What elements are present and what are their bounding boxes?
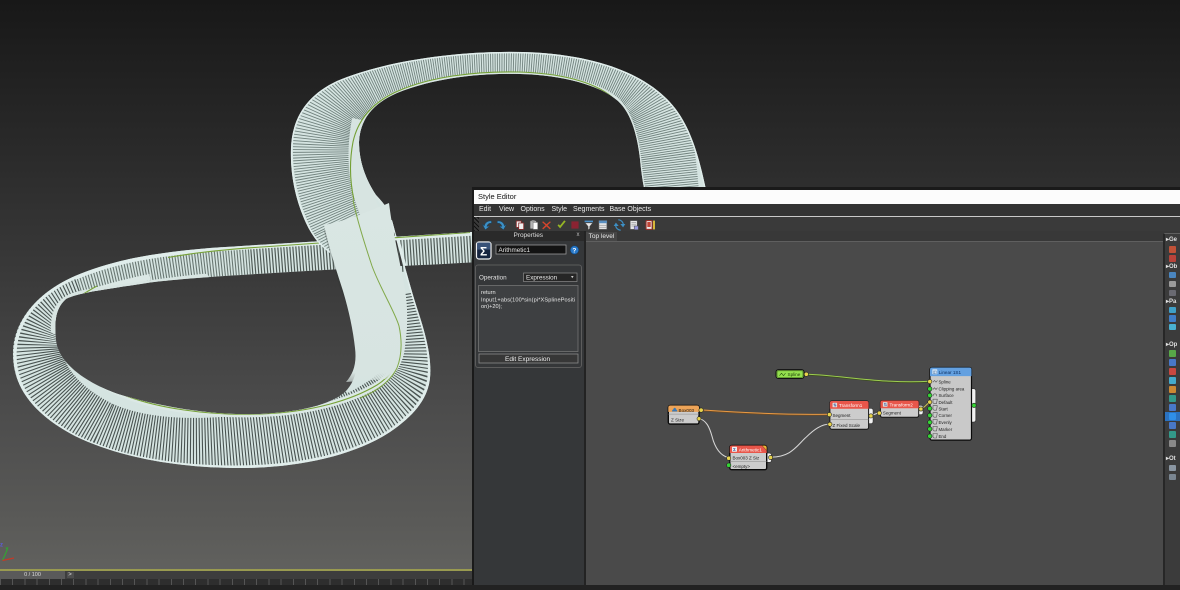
svg-text:◫: ◫ [933, 370, 937, 375]
svg-text:Clipping area: Clipping area [938, 387, 964, 392]
svg-text:Spline: Spline [787, 372, 800, 377]
svg-text:return: return [481, 290, 496, 296]
svg-text:Transform1: Transform1 [839, 403, 863, 408]
svg-text:Box003: Box003 [678, 408, 694, 413]
svg-text:<empty>: <empty> [732, 464, 750, 469]
svg-text:Expression: Expression [526, 274, 558, 281]
svg-text:End: End [938, 434, 946, 439]
svg-text:Segment: Segment [882, 411, 901, 416]
svg-text:Box003 Z Siz: Box003 Z Siz [732, 456, 760, 461]
svg-text:Segment: Segment [832, 413, 851, 418]
svg-text:Arithmetic1: Arithmetic1 [499, 247, 531, 254]
svg-text:Σ: Σ [480, 244, 487, 258]
svg-text:Operation: Operation [479, 274, 507, 281]
svg-text:Σ: Σ [733, 447, 736, 452]
svg-text:Default: Default [938, 400, 953, 405]
svg-text:Transform2: Transform2 [889, 403, 913, 408]
svg-text:Evenly: Evenly [938, 420, 952, 425]
svg-text:Spline: Spline [938, 380, 951, 385]
svg-text:Edit Expression: Edit Expression [505, 355, 551, 362]
svg-text:Surface: Surface [938, 393, 954, 398]
svg-text:Input1+abs(100*sin(pi*XSplineP: Input1+abs(100*sin(pi*XSplinePositi [481, 297, 575, 303]
svg-text:Start: Start [938, 407, 948, 412]
svg-text:Arithmetic1: Arithmetic1 [738, 448, 761, 453]
svg-text:z: z [0, 543, 3, 549]
svg-text:Z Size: Z Size [671, 418, 684, 423]
svg-text:Marker: Marker [938, 427, 952, 432]
svg-text:?: ? [572, 247, 576, 254]
svg-text:Z Fixed Scale: Z Fixed Scale [832, 423, 860, 428]
svg-text:on)+20);: on)+20); [481, 303, 502, 309]
svg-text:Corner: Corner [938, 413, 952, 418]
svg-text:Linear 1S1: Linear 1S1 [938, 370, 961, 375]
